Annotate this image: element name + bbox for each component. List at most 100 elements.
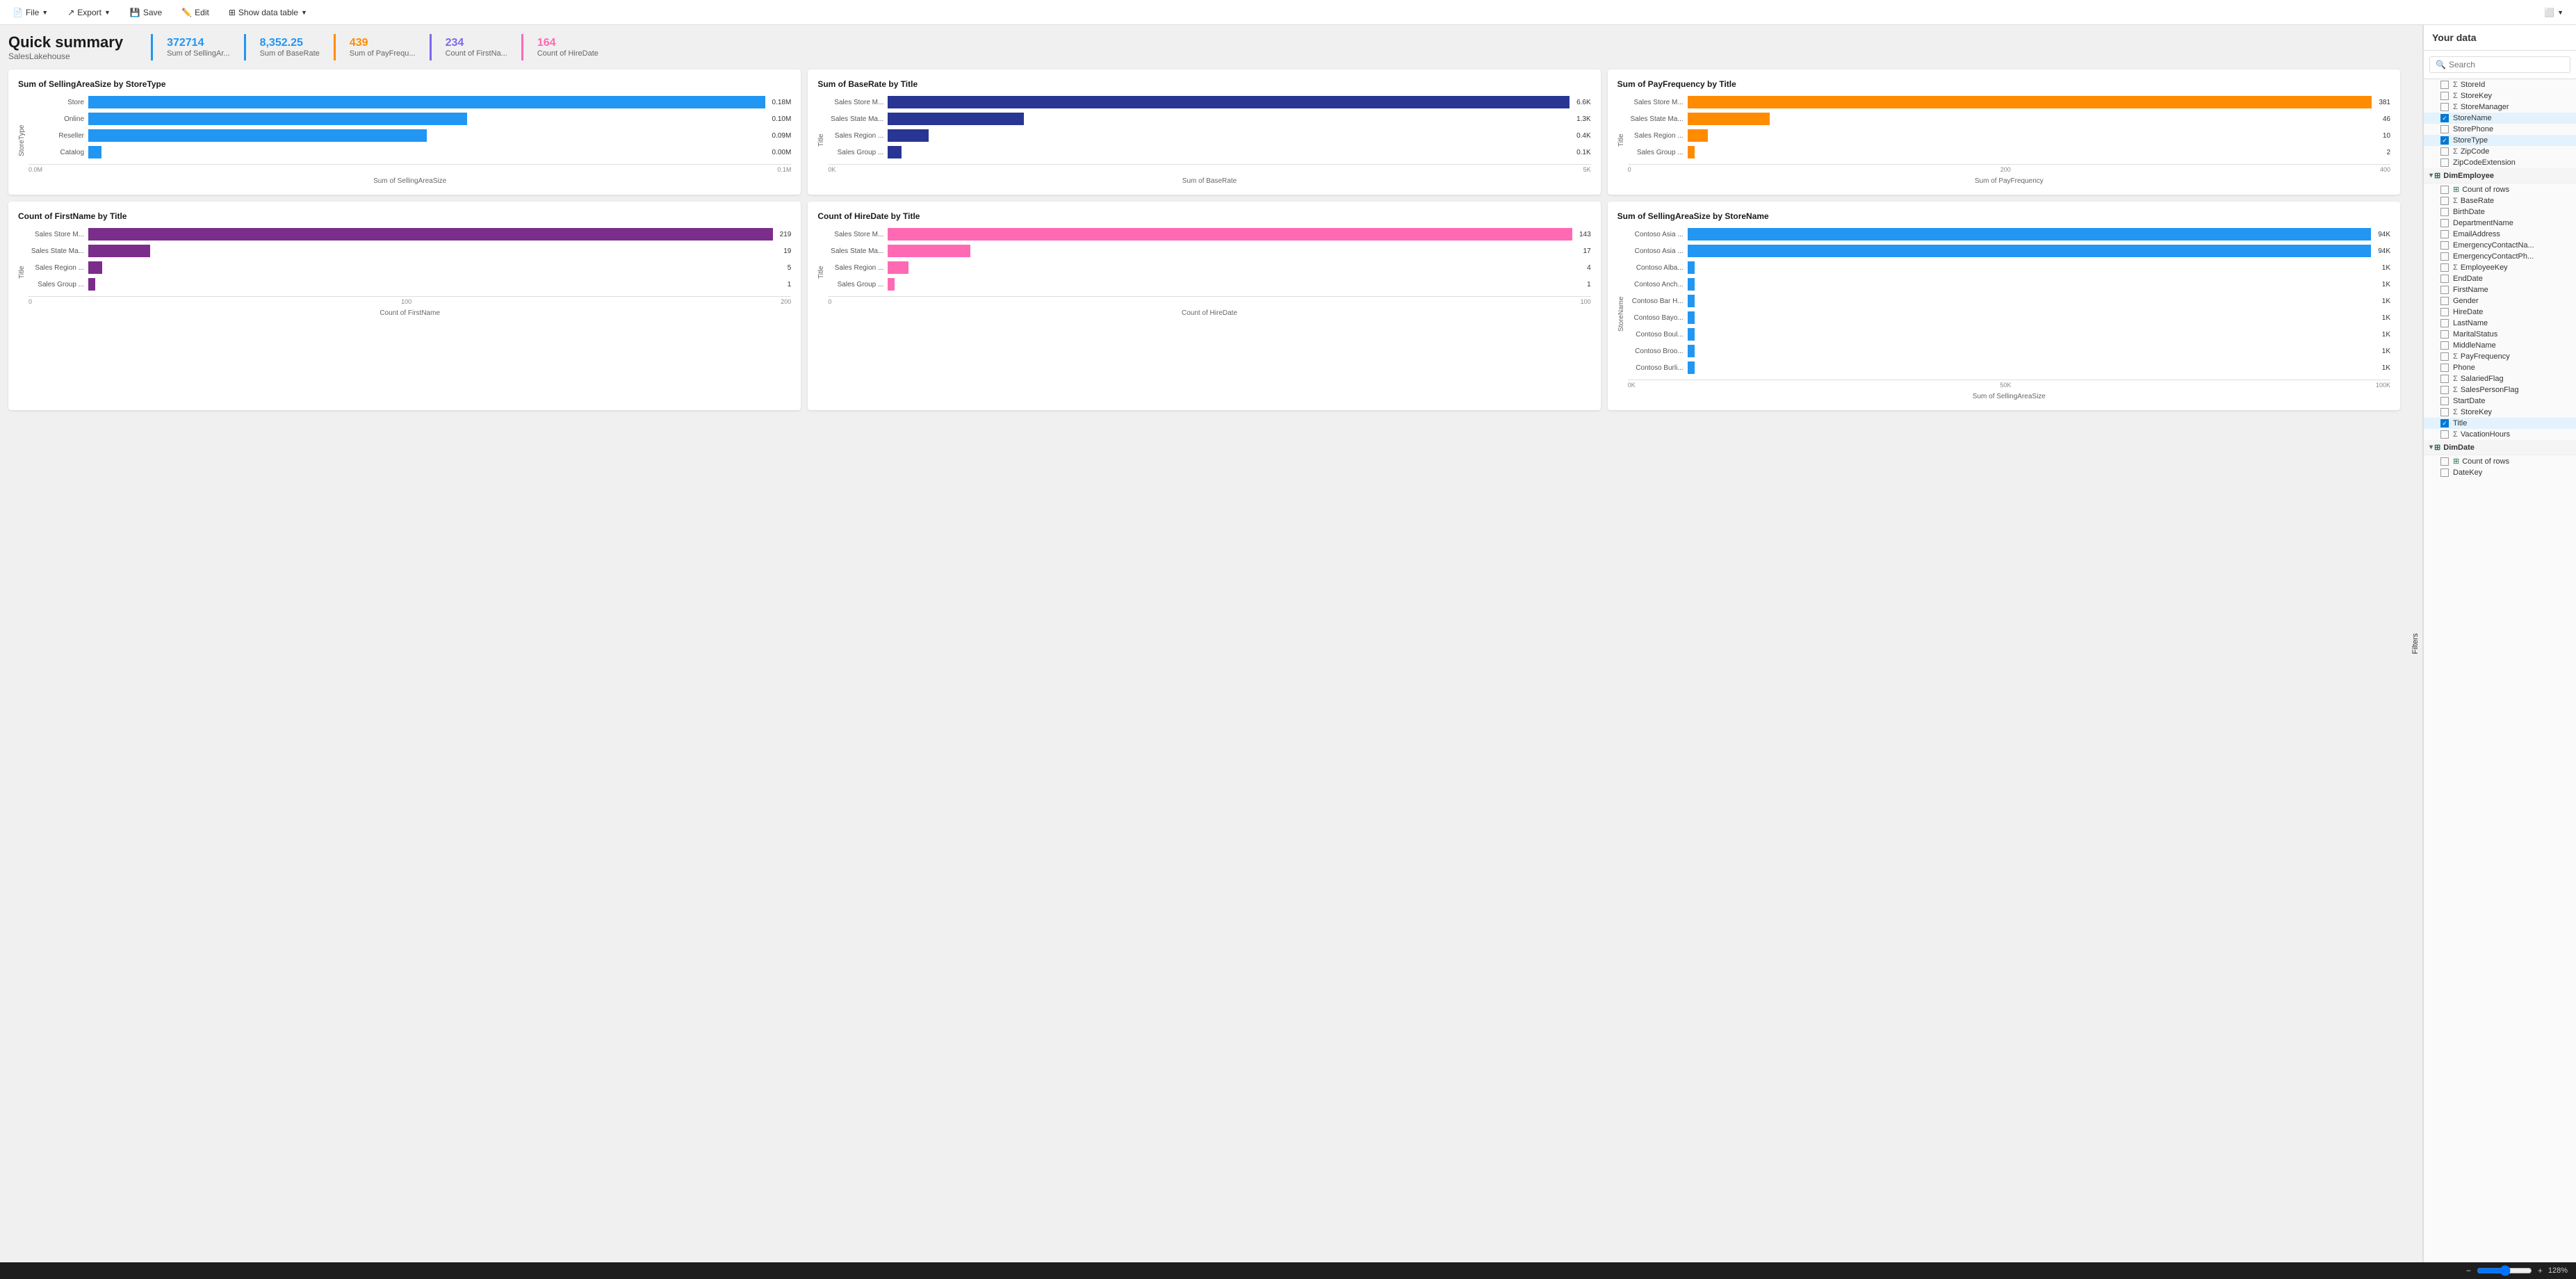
bar-value: 1 (788, 281, 792, 288)
tree-item[interactable]: Σ BaseRate (2424, 195, 2576, 206)
checkbox[interactable] (2440, 430, 2449, 439)
tree-item-label: StoreKey (2461, 408, 2570, 416)
checkbox[interactable] (2440, 297, 2449, 305)
tree-item[interactable]: FirstName (2424, 284, 2576, 295)
zoom-slider[interactable] (2477, 1265, 2532, 1276)
tree-item[interactable]: StorePhone (2424, 124, 2576, 135)
checkbox[interactable] (2440, 186, 2449, 194)
file-menu[interactable]: 📄 File ▼ (8, 5, 52, 20)
tree-item[interactable]: Gender (2424, 295, 2576, 307)
bar-value: 0.18M (772, 99, 792, 106)
checkbox[interactable] (2440, 263, 2449, 272)
checkbox[interactable] (2440, 330, 2449, 339)
checkbox[interactable] (2440, 208, 2449, 216)
checkbox[interactable] (2440, 136, 2449, 145)
checkbox[interactable] (2440, 230, 2449, 238)
bar-chart: Contoso Asia ... 94K Contoso Asia ... 94… (1628, 228, 2390, 374)
tree-item-label: SalesPersonFlag (2461, 386, 2570, 394)
checkbox[interactable] (2440, 308, 2449, 316)
chevron-down-icon: ▼ (42, 9, 48, 16)
tree-item[interactable]: Σ SalariedFlag (2424, 373, 2576, 384)
tree-item[interactable]: HireDate (2424, 307, 2576, 318)
checkbox[interactable] (2440, 252, 2449, 261)
tree-item[interactable]: Σ ZipCode (2424, 146, 2576, 157)
tree-item[interactable]: Σ StoreKey (2424, 407, 2576, 418)
tree-item[interactable]: StartDate (2424, 396, 2576, 407)
tree-item[interactable]: Σ VacationHours (2424, 429, 2576, 440)
checkbox[interactable] (2440, 397, 2449, 405)
tree-item-label: StoreId (2461, 81, 2570, 89)
tree-item[interactable]: Σ SalesPersonFlag (2424, 384, 2576, 396)
tree-item[interactable]: Σ EmployeeKey (2424, 262, 2576, 273)
table-icon: ⊞ (2453, 457, 2459, 466)
tree-item[interactable]: Σ PayFrequency (2424, 351, 2576, 362)
search-input[interactable] (2449, 60, 2564, 70)
checkbox[interactable] (2440, 103, 2449, 111)
checkbox[interactable] (2440, 319, 2449, 327)
tree-item[interactable]: DateKey (2424, 467, 2576, 478)
page-header: Quick summary SalesLakehouse 372714 Sum … (8, 33, 2400, 61)
tree-item[interactable]: EmergencyContactNa... (2424, 240, 2576, 251)
tree-item[interactable]: LastName (2424, 318, 2576, 329)
save-button[interactable]: 💾 Save (126, 5, 166, 20)
tree-item[interactable]: EmergencyContactPh... (2424, 251, 2576, 262)
tree-item[interactable]: EmailAddress (2424, 229, 2576, 240)
chart-card: Sum of SellingAreaSize by StoreName Stor… (1608, 202, 2400, 410)
checkbox[interactable] (2440, 286, 2449, 294)
checkbox[interactable] (2440, 469, 2449, 477)
bar-label: Sales Group ... (828, 281, 883, 288)
filters-tab[interactable]: Filters (2408, 25, 2423, 1262)
checkbox[interactable] (2440, 364, 2449, 372)
x-axis-label: Sum of SellingAreaSize (28, 177, 791, 185)
bar-row: Sales Region ... 10 (1628, 129, 2390, 142)
export-button[interactable]: ↗ Export ▼ (63, 5, 115, 20)
tree-item[interactable]: Σ StoreKey (2424, 90, 2576, 101)
tree-item[interactable]: ⊞ Count of rows (2424, 455, 2576, 467)
tree-item[interactable]: MiddleName (2424, 340, 2576, 351)
search-box[interactable]: 🔍 (2429, 56, 2570, 73)
tree-item[interactable]: EndDate (2424, 273, 2576, 284)
tree-section[interactable]: ▾ ⊞ DimEmployee (2424, 168, 2576, 184)
tree-item[interactable]: Σ StoreManager (2424, 101, 2576, 113)
tree-item-label: StoreType (2453, 136, 2570, 145)
checkbox[interactable] (2440, 457, 2449, 466)
tree-item[interactable]: Title (2424, 418, 2576, 429)
checkbox[interactable] (2440, 219, 2449, 227)
checkbox[interactable] (2440, 375, 2449, 383)
checkbox[interactable] (2440, 158, 2449, 167)
checkbox[interactable] (2440, 275, 2449, 283)
checkbox[interactable] (2440, 125, 2449, 133)
zoom-in-button[interactable]: + (2535, 1264, 2545, 1277)
bar-fill (1688, 113, 1770, 125)
checkbox[interactable] (2440, 241, 2449, 250)
tree-item[interactable]: ⊞ Count of rows (2424, 184, 2576, 195)
checkbox[interactable] (2440, 408, 2449, 416)
tree-item[interactable]: StoreType (2424, 135, 2576, 146)
checkbox[interactable] (2440, 81, 2449, 89)
checkbox[interactable] (2440, 386, 2449, 394)
tree-item[interactable]: ZipCodeExtension (2424, 157, 2576, 168)
checkbox[interactable] (2440, 147, 2449, 156)
bar-label: Sales Group ... (1628, 149, 1684, 156)
tree-item[interactable]: DepartmentName (2424, 218, 2576, 229)
checkbox[interactable] (2440, 352, 2449, 361)
tree-item[interactable]: Σ StoreId (2424, 79, 2576, 90)
bar-chart: Store 0.18M Online 0.10M Reseller 0.09M (28, 96, 791, 158)
checkbox[interactable] (2440, 114, 2449, 122)
checkbox[interactable] (2440, 341, 2449, 350)
axis-labels: 0200400 (1628, 166, 2390, 173)
window-controls[interactable]: ⬜ ▼ (2540, 5, 2568, 20)
tree-item[interactable]: BirthDate (2424, 206, 2576, 218)
tree-item[interactable]: MaritalStatus (2424, 329, 2576, 340)
edit-button[interactable]: ✏️ Edit (177, 5, 213, 20)
checkbox[interactable] (2440, 92, 2449, 100)
zoom-out-button[interactable]: − (2463, 1264, 2474, 1277)
chart-bars-area: Store 0.18M Online 0.10M Reseller 0.09M (28, 96, 791, 185)
tree-section[interactable]: ▾ ⊞ DimDate (2424, 440, 2576, 455)
checkbox[interactable] (2440, 419, 2449, 427)
tree-item[interactable]: Phone (2424, 362, 2576, 373)
page-title: Quick summary (8, 33, 123, 51)
show-data-table-button[interactable]: ⊞ Show data table ▼ (225, 5, 311, 20)
tree-item[interactable]: StoreName (2424, 113, 2576, 124)
checkbox[interactable] (2440, 197, 2449, 205)
